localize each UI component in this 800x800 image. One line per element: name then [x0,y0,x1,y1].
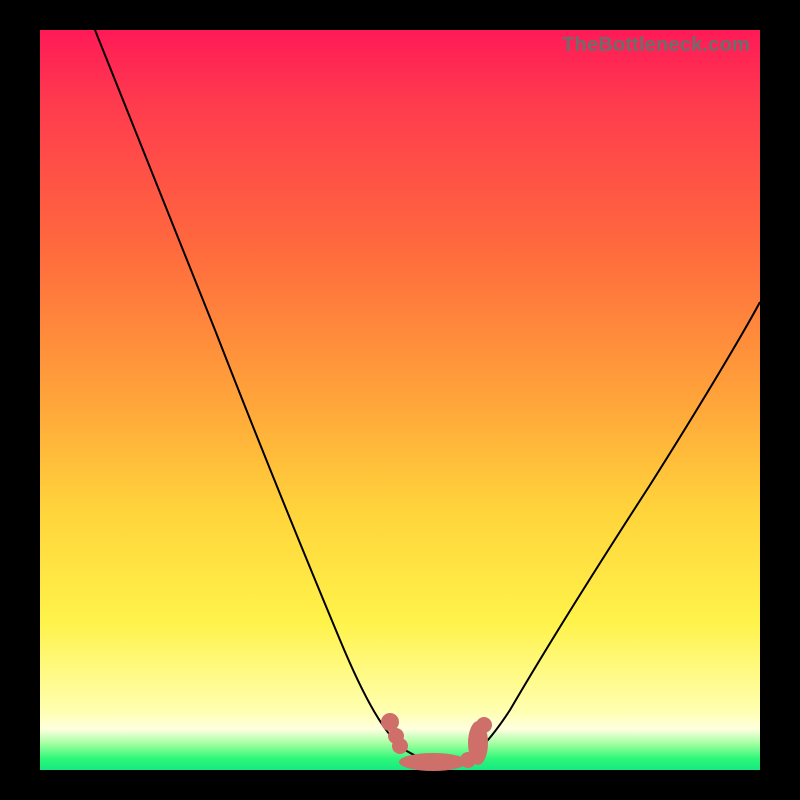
trough-marker-bar [399,753,467,771]
curve-path [95,30,760,764]
trough-marker [460,752,476,768]
trough-marker [392,738,408,754]
bottleneck-curve [40,30,760,770]
plot-area: TheBottleneck.com [40,30,760,770]
trough-marker [476,717,492,733]
chart-container: TheBottleneck.com [0,0,800,800]
